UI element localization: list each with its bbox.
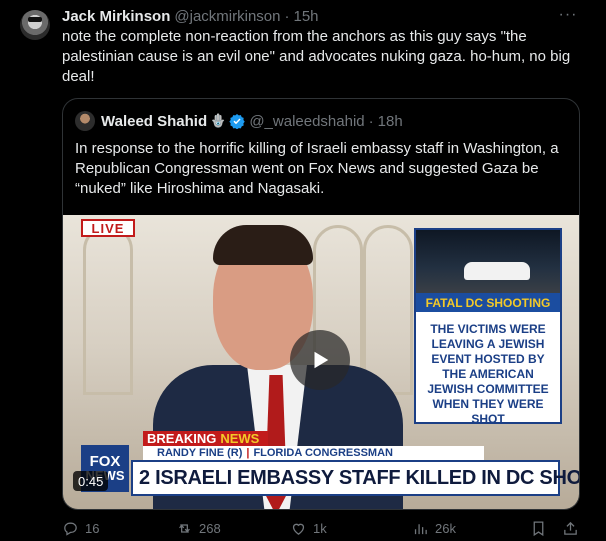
quoted-author-name: Waleed Shahid bbox=[101, 112, 208, 130]
tweet-text: note the complete non-reaction from the … bbox=[62, 28, 571, 85]
side-graphic-label: FATAL DC SHOOTING bbox=[416, 293, 560, 312]
live-badge: LIVE bbox=[81, 219, 135, 237]
verified-badge-icon bbox=[229, 114, 246, 129]
avatar[interactable] bbox=[20, 10, 50, 40]
guest-name: RANDY FINE (R) bbox=[157, 447, 243, 459]
quoted-timestamp: 18h bbox=[377, 112, 403, 130]
police-car bbox=[464, 262, 530, 280]
retweet-button[interactable]: 268 bbox=[176, 520, 221, 537]
author-handle[interactable]: @jackmirkinson bbox=[174, 8, 280, 25]
timestamp[interactable]: 15h bbox=[293, 8, 318, 25]
speaker-hair bbox=[213, 225, 313, 265]
scene-photo bbox=[416, 230, 560, 293]
lower-third-name: RANDY FINE (R) | FLORIDA CONGRESSMAN bbox=[143, 446, 484, 460]
breaking-word: BREAKING bbox=[147, 431, 217, 446]
headline-chyron: 2 ISRAELI EMBASSY STAFF KILLED IN DC SHO… bbox=[131, 460, 579, 496]
quoted-avatar bbox=[75, 111, 95, 131]
author-name[interactable]: Jack Mirkinson bbox=[62, 8, 170, 25]
reply-button[interactable]: 16 bbox=[62, 520, 99, 537]
view-count: 26k bbox=[435, 520, 456, 536]
like-button[interactable]: 1k bbox=[290, 520, 327, 537]
separator-dot: · bbox=[284, 7, 290, 25]
video-duration: 0:45 bbox=[73, 471, 109, 491]
action-bar: 16 268 1k 26k bbox=[62, 518, 582, 538]
breaking-news-banner: BREAKING NEWS bbox=[143, 431, 268, 446]
more-options-icon[interactable]: ··· bbox=[556, 4, 580, 26]
retweet-icon bbox=[179, 523, 190, 533]
tweet[interactable]: Jack Mirkinson @jackmirkinson · 15h ··· … bbox=[0, 0, 606, 541]
news-word: NEWS bbox=[220, 431, 260, 446]
lower-third-separator: | bbox=[246, 447, 250, 459]
quoted-separator-dot: · bbox=[368, 112, 374, 130]
guest-role: FLORIDA CONGRESSMAN bbox=[253, 447, 393, 459]
views-button[interactable]: 26k bbox=[412, 520, 456, 537]
window-arch bbox=[83, 225, 133, 395]
share-icon bbox=[564, 521, 577, 535]
reply-count: 16 bbox=[85, 520, 100, 536]
bar-chart-icon bbox=[414, 523, 427, 534]
bookmark-icon bbox=[533, 520, 544, 536]
quoted-tweet-text: In response to the horrific killing of I… bbox=[75, 140, 559, 197]
quoted-tweet[interactable]: Waleed Shahid 🪬 @_waleedshahid · 18h In … bbox=[62, 98, 580, 510]
bookmark-button[interactable] bbox=[530, 520, 553, 537]
quoted-author-handle: @_waleedshahid bbox=[249, 112, 365, 130]
tweet-header: Jack Mirkinson @jackmirkinson · 15h bbox=[62, 6, 319, 26]
retweet-count: 268 bbox=[199, 520, 221, 536]
logo-top: FOX bbox=[89, 452, 121, 470]
side-graphic-text: THE VICTIMS WERE LEAVING A JEWISH EVENT … bbox=[427, 322, 549, 426]
play-button[interactable] bbox=[290, 330, 350, 390]
hamsa-icon: 🪬 bbox=[210, 113, 227, 128]
share-button[interactable] bbox=[562, 520, 585, 537]
like-count: 1k bbox=[313, 520, 327, 536]
side-graphic: FATAL DC SHOOTING THE VICTIMS WERE LEAVI… bbox=[414, 228, 562, 426]
window-arch bbox=[363, 225, 413, 395]
play-icon bbox=[314, 351, 329, 369]
heart-icon bbox=[292, 523, 305, 535]
quoted-tweet-header: Waleed Shahid 🪬 @_waleedshahid · 18h bbox=[75, 111, 403, 131]
reply-icon bbox=[64, 522, 77, 536]
video-player[interactable]: LIVE FATAL DC SHOOTING THE VICTIMS WERE … bbox=[63, 215, 579, 509]
